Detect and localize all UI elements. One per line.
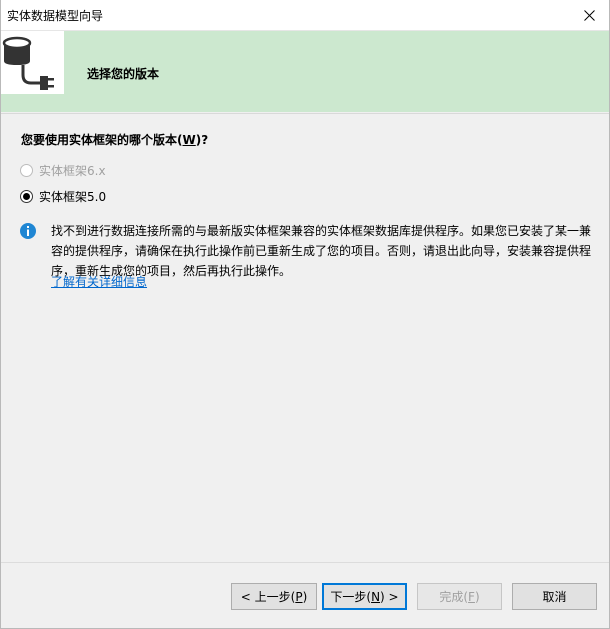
- learn-more-link[interactable]: 了解有关详细信息: [51, 273, 147, 290]
- cancel-button[interactable]: 取消: [512, 583, 597, 610]
- header-icon-box: [1, 31, 64, 94]
- radio-button-ef5[interactable]: [20, 189, 33, 203]
- back-label: < 上一步(: [240, 590, 296, 604]
- radio-ef5[interactable]: 实体框架5.0: [20, 188, 106, 204]
- header-divider: [1, 113, 609, 114]
- next-button[interactable]: 下一步(N) >: [322, 583, 407, 610]
- radio-label-ef6: 实体框架6.x: [39, 163, 106, 178]
- radio-selected-dot: [23, 192, 30, 200]
- back-mnemonic: P: [295, 589, 303, 604]
- next-label: 下一步(: [330, 590, 372, 604]
- title-bar[interactable]: 实体数据模型向导: [1, 0, 609, 30]
- radio-button-ef6[interactable]: [20, 163, 33, 177]
- header-title: 选择您的版本: [87, 67, 160, 81]
- next-suffix: ) >: [380, 589, 399, 604]
- info-icon: [20, 223, 36, 239]
- finish-button[interactable]: 完成(F): [417, 583, 502, 610]
- question-suffix: )?: [195, 133, 209, 147]
- back-suffix: ): [302, 589, 308, 604]
- close-icon: [583, 9, 595, 21]
- wizard-header: 选择您的版本: [1, 30, 609, 114]
- finish-label: 完成(: [439, 590, 469, 604]
- database-plug-icon: [2, 36, 54, 90]
- footer-divider: [1, 562, 609, 563]
- info-message: 找不到进行数据连接所需的与最新版实体框架兼容的实体框架数据库提供程序。如果您已安…: [51, 224, 592, 278]
- version-question: 您要使用实体框架的哪个版本(W)?: [21, 131, 208, 148]
- radio-label-ef5: 实体框架5.0: [39, 189, 107, 204]
- window-title: 实体数据模型向导: [7, 9, 104, 23]
- next-mnemonic: N: [371, 589, 381, 604]
- finish-suffix: ): [474, 589, 480, 604]
- close-button[interactable]: [569, 0, 609, 30]
- radio-ef6[interactable]: 实体框架6.x: [20, 162, 106, 178]
- wizard-window: 实体数据模型向导 选择您的版本 您要使用实体框架的哪个版本(W)? 实体框架6.…: [0, 0, 610, 629]
- back-button[interactable]: < 上一步(P): [231, 583, 317, 610]
- question-text: 您要使用实体框架的哪个版本(: [21, 133, 183, 147]
- question-mnemonic: W: [182, 133, 196, 147]
- cancel-label: 取消: [542, 590, 567, 604]
- finish-mnemonic: F: [468, 589, 475, 604]
